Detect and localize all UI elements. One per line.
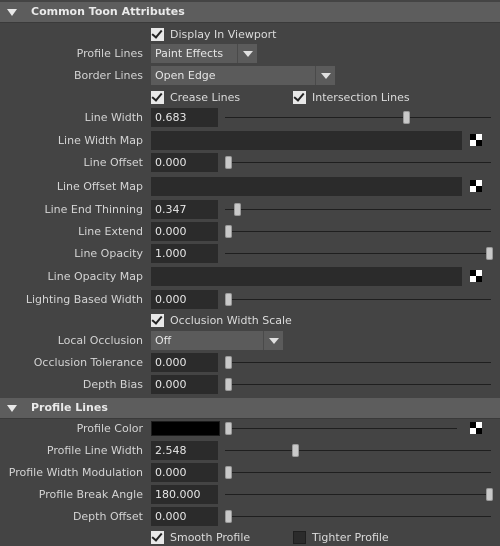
line-offset-slider-thumb[interactable]: [225, 156, 232, 169]
profile-width-modulation-label: Profile Width Modulation: [8, 466, 143, 479]
profile-line-width-slider-track[interactable]: [225, 450, 491, 451]
local-occlusion-dropdown[interactable]: Off: [151, 331, 283, 350]
line-end-thinning-label: Line End Thinning: [44, 203, 143, 216]
profile-color-slider-thumb[interactable]: [225, 422, 232, 435]
depth-bias-label: Depth Bias: [82, 378, 143, 391]
line-extend-slider-thumb[interactable]: [225, 225, 232, 238]
dropdown-value: Off: [155, 334, 172, 347]
line-extend-slider-track[interactable]: [225, 231, 491, 232]
checkbox-box[interactable]: [151, 530, 164, 544]
section-header-profile[interactable]: Profile Lines: [0, 398, 500, 419]
checkbox-label: Display In Viewport: [170, 27, 277, 41]
line-offset-slider-track[interactable]: [225, 162, 491, 163]
profile-width-modulation-slider-thumb[interactable]: [225, 466, 232, 479]
checkbox-label: Occlusion Width Scale: [170, 313, 292, 327]
border-lines-dropdown[interactable]: Open Edge: [151, 66, 335, 85]
line-width-map-field[interactable]: [151, 131, 462, 150]
line-opacity-map-field[interactable]: [151, 267, 462, 286]
dropdown-value: Open Edge: [155, 69, 216, 82]
display-in-viewport-checkbox[interactable]: Display In Viewport: [151, 26, 276, 42]
occlusion-tolerance-slider-thumb[interactable]: [225, 356, 232, 369]
line-opacity-map-label: Line Opacity Map: [47, 270, 143, 283]
section-header-toon[interactable]: Common Toon Attributes: [0, 2, 500, 23]
triangle-down-icon: [7, 9, 17, 16]
line-width-map-label: Line Width Map: [57, 134, 143, 147]
line-width-label: Line Width: [84, 111, 143, 124]
checkbox-label: Smooth Profile: [170, 530, 251, 544]
profile-width-modulation-slider-track[interactable]: [225, 472, 491, 473]
profile-lines-dropdown[interactable]: Paint Effects: [151, 44, 257, 63]
checkbox-box[interactable]: [151, 90, 164, 104]
depth-bias-field[interactable]: 0.000: [151, 375, 218, 394]
line-opacity-slider-track[interactable]: [225, 253, 491, 254]
occlusion-tolerance-slider-track[interactable]: [225, 362, 491, 363]
border-lines-label: Border Lines: [73, 69, 143, 82]
lighting-based-width-slider-thumb[interactable]: [225, 293, 232, 306]
profile-color-slider-track[interactable]: [225, 428, 457, 429]
depth-bias-slider-thumb[interactable]: [225, 378, 232, 391]
line-extend-label: Line Extend: [78, 225, 143, 238]
line-offset-label: Line Offset: [83, 156, 143, 169]
profile-color-swatch[interactable]: [151, 421, 220, 436]
checkbox-label: Intersection Lines: [312, 90, 410, 104]
line-offset-map-label: Line Offset Map: [56, 180, 143, 193]
profile-line-width-field[interactable]: 2.548: [151, 441, 218, 460]
line-width-slider-track[interactable]: [225, 117, 491, 118]
profile-break-angle-slider-track[interactable]: [225, 494, 491, 495]
chevron-down-icon[interactable]: [263, 331, 283, 350]
line-end-thinning-field[interactable]: 0.347: [151, 200, 218, 219]
profile-break-angle-slider-thumb[interactable]: [486, 488, 493, 501]
triangle-down-icon: [7, 405, 17, 412]
occlusion-tolerance-label: Occlusion Tolerance: [33, 356, 143, 369]
checkbox-label: Tighter Profile: [312, 530, 389, 544]
intersection-lines-checkbox[interactable]: Intersection Lines: [293, 89, 410, 105]
chevron-down-icon[interactable]: [315, 66, 335, 85]
checkbox-box[interactable]: [293, 530, 306, 544]
checkbox-box[interactable]: [293, 90, 306, 104]
profile-color-label: Profile Color: [76, 422, 143, 435]
line-end-thinning-slider-thumb[interactable]: [234, 203, 242, 216]
line-width-field[interactable]: 0.683: [151, 108, 218, 127]
line-width-slider-thumb[interactable]: [403, 111, 411, 124]
depth-bias-slider-track[interactable]: [225, 384, 491, 385]
profile-line-width-label: Profile Line Width: [46, 444, 143, 457]
profile-width-modulation-field[interactable]: 0.000: [151, 463, 218, 482]
crease-lines-checkbox[interactable]: Crease Lines: [151, 89, 240, 105]
line-extend-field[interactable]: 0.000: [151, 222, 218, 241]
depth-offset-slider-thumb[interactable]: [225, 510, 232, 523]
section-title: Profile Lines: [31, 401, 108, 414]
checker-icon[interactable]: [469, 133, 483, 147]
checker-icon[interactable]: [469, 179, 483, 193]
line-opacity-slider-thumb[interactable]: [486, 247, 493, 260]
depth-offset-label: Depth Offset: [72, 510, 143, 523]
occlusion-tolerance-field[interactable]: 0.000: [151, 353, 218, 372]
checkbox-label: Crease Lines: [170, 90, 241, 104]
checkbox-box[interactable]: [151, 27, 164, 41]
occlusion-width-scale-checkbox[interactable]: Occlusion Width Scale: [151, 312, 292, 328]
depth-offset-field[interactable]: 0.000: [151, 507, 218, 526]
checker-icon[interactable]: [469, 421, 483, 435]
lighting-based-width-label: Lighting Based Width: [25, 293, 143, 306]
checkbox-box[interactable]: [151, 313, 164, 327]
lighting-based-width-field[interactable]: 0.000: [151, 290, 218, 309]
line-opacity-field[interactable]: 1.000: [151, 244, 218, 263]
profile-break-angle-label: Profile Break Angle: [38, 488, 143, 501]
line-opacity-label: Line Opacity: [74, 247, 143, 260]
line-offset-map-field[interactable]: [151, 177, 462, 196]
lighting-based-width-slider-track[interactable]: [225, 299, 491, 300]
profile-lines-label: Profile Lines: [76, 47, 143, 60]
dropdown-value: Paint Effects: [155, 47, 224, 60]
line-end-thinning-slider-track[interactable]: [225, 209, 491, 210]
checker-icon[interactable]: [469, 269, 483, 283]
depth-offset-slider-track[interactable]: [225, 516, 491, 517]
section-title: Common Toon Attributes: [31, 5, 185, 18]
profile-break-angle-field[interactable]: 180.000: [151, 485, 218, 504]
smooth-profile-checkbox[interactable]: Smooth Profile: [151, 529, 250, 545]
line-offset-field[interactable]: 0.000: [151, 153, 218, 172]
profile-line-width-slider-thumb[interactable]: [291, 444, 299, 457]
chevron-down-icon[interactable]: [237, 44, 257, 63]
local-occlusion-label: Local Occlusion: [57, 334, 143, 347]
tighter-profile-checkbox[interactable]: Tighter Profile: [293, 529, 389, 545]
